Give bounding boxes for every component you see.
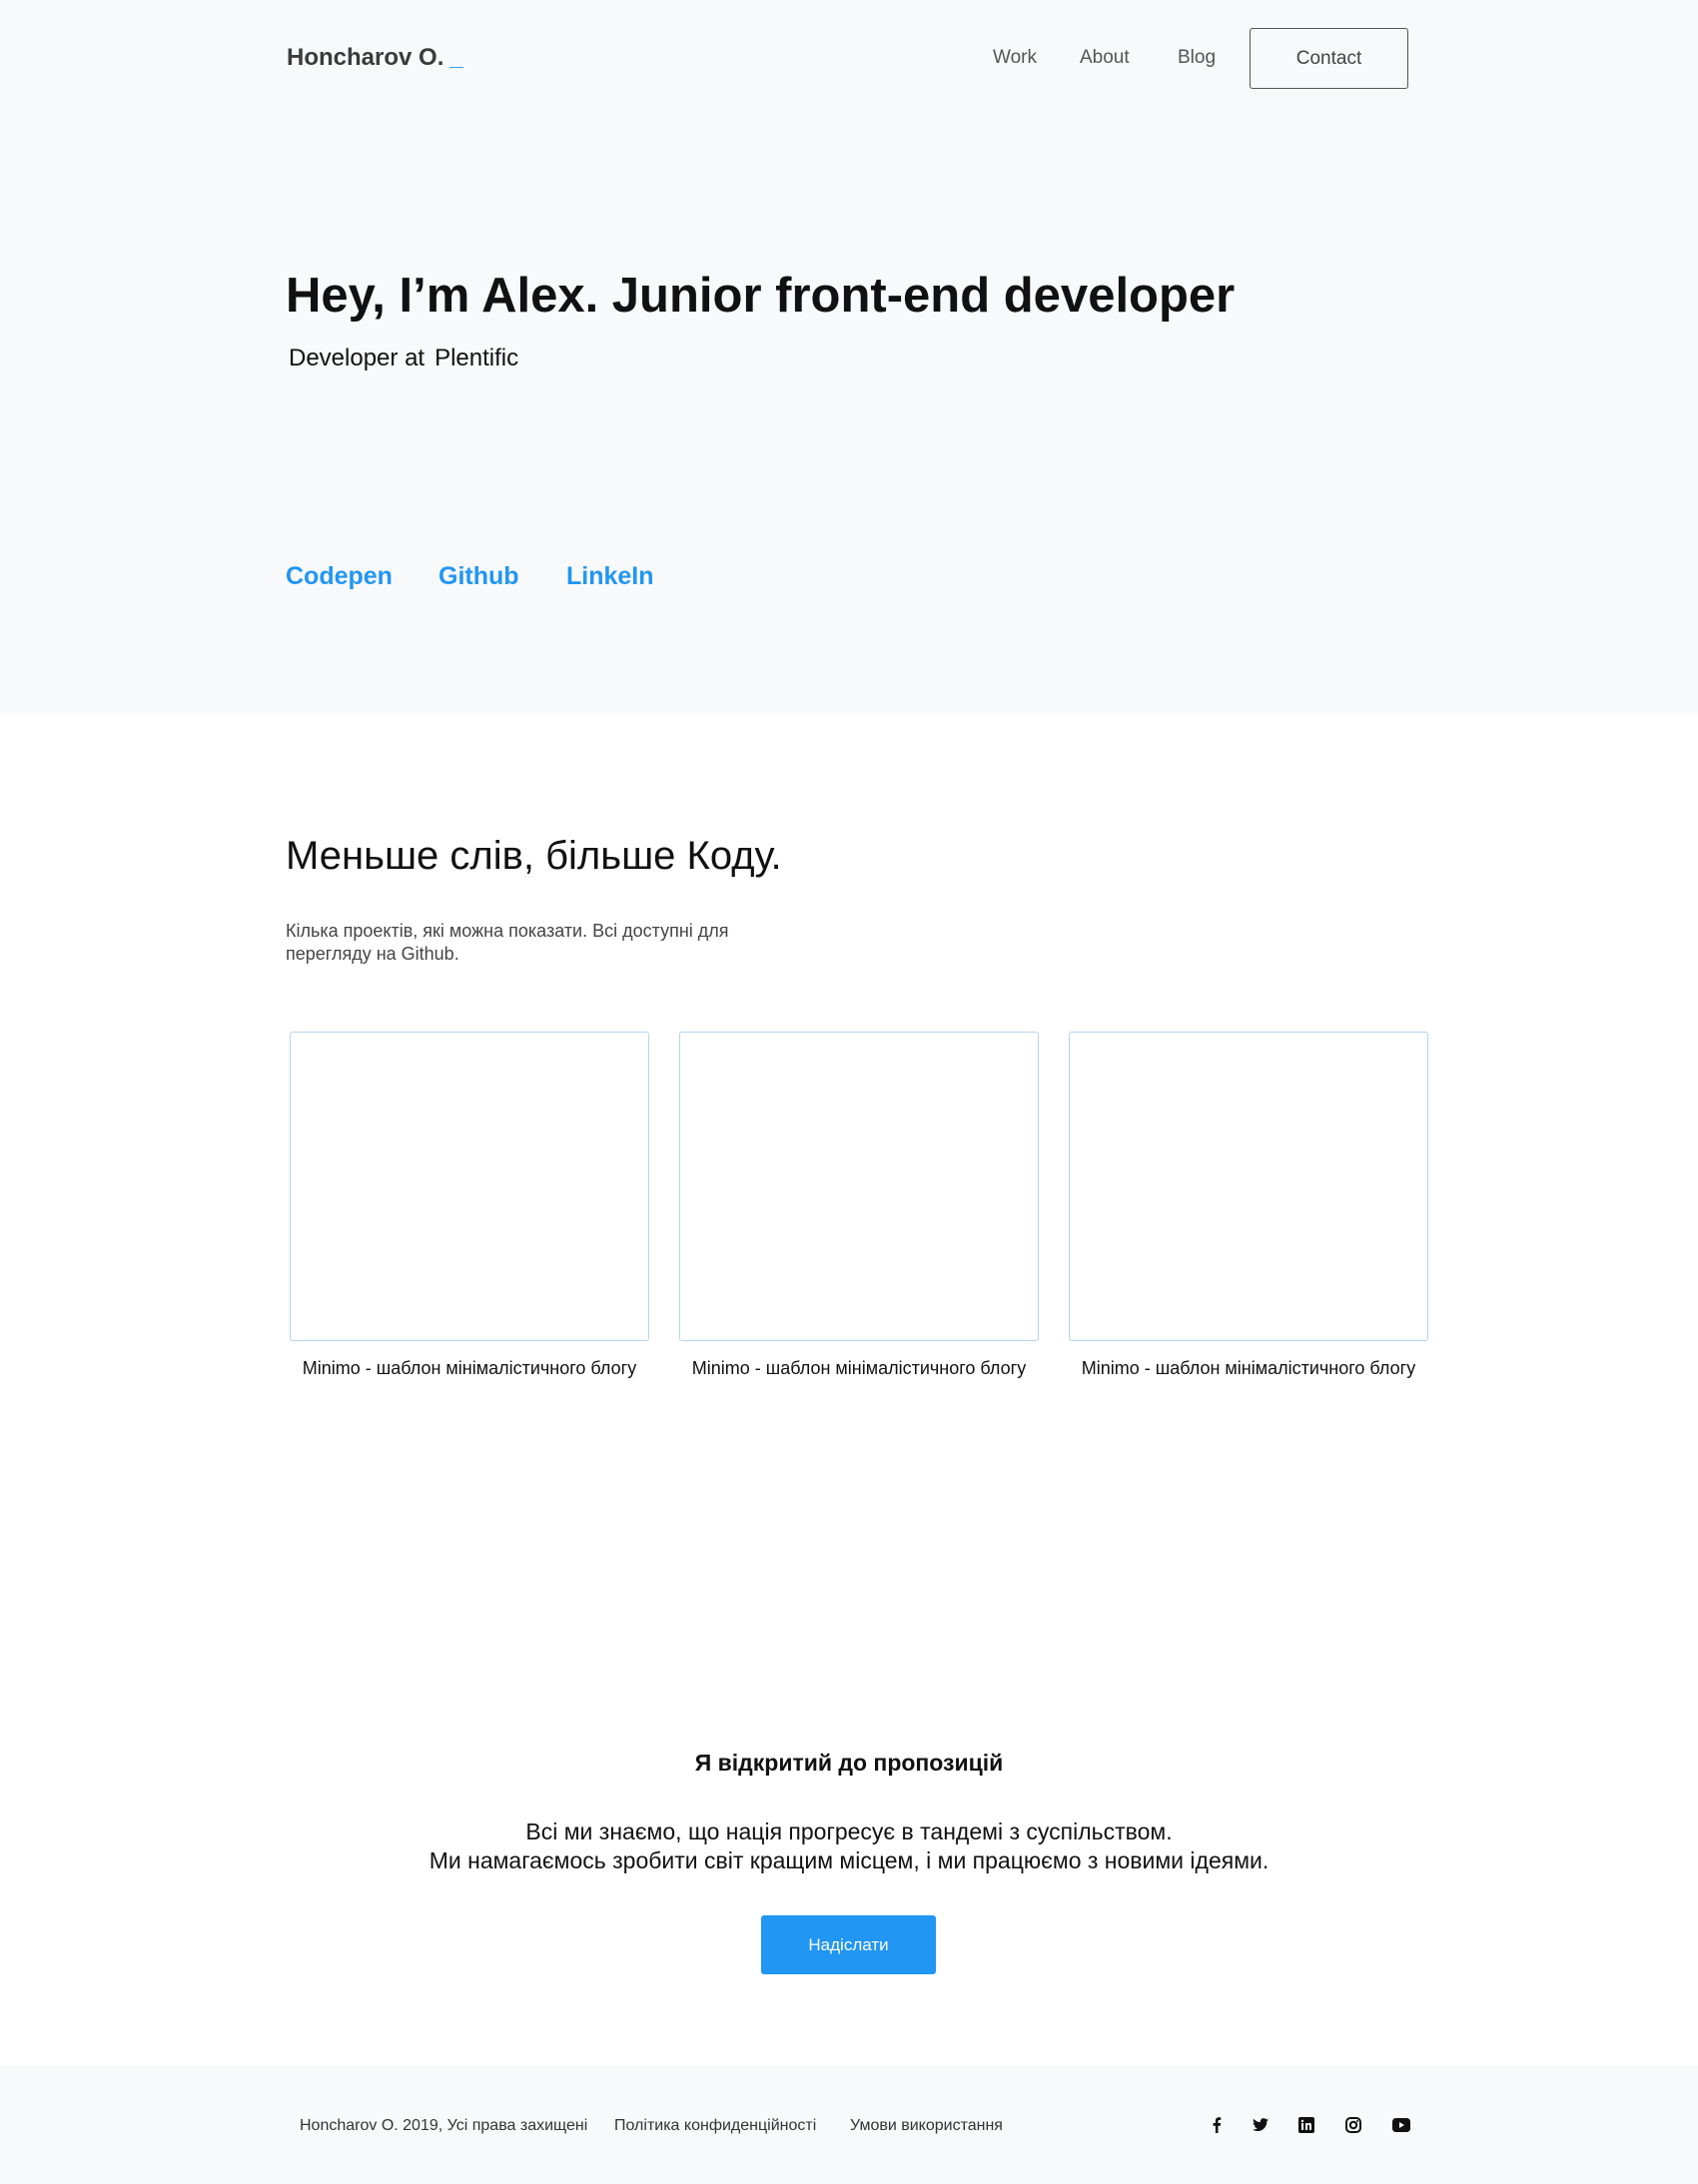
facebook-icon[interactable] xyxy=(1208,2116,1226,2134)
projects-title: Меньше слів, більше Коду. xyxy=(286,834,782,878)
logo[interactable]: Honcharov O. _ xyxy=(287,44,463,72)
terms-link[interactable]: Умови використання xyxy=(850,2117,1003,2135)
company-name: Plentific xyxy=(434,345,519,371)
project-card[interactable] xyxy=(679,1032,1039,1341)
privacy-link[interactable]: Політика конфиденційності xyxy=(614,2117,816,2135)
projects-description: Кілька проектів, які можна показати. Всі… xyxy=(286,921,729,964)
project-caption[interactable]: Minimo - шаблон мінімалістичного блогу xyxy=(1069,1358,1428,1379)
hero-subtitle: Developer at Plentific xyxy=(289,345,518,372)
cta-title: Я відкритий до пропозицій xyxy=(694,1750,1004,1776)
twitter-icon[interactable] xyxy=(1252,2116,1270,2134)
hero-section xyxy=(0,0,1698,713)
instagram-icon[interactable] xyxy=(1344,2116,1362,2134)
cta-text-line: Ми намагаємось зробити світ кращим місце… xyxy=(428,1847,1270,1873)
codepen-link[interactable]: Codepen xyxy=(286,562,393,591)
cta-text-line: Всі ми знаємо, що нація прогресує в танд… xyxy=(525,1819,1173,1844)
github-link[interactable]: Github xyxy=(438,562,519,591)
logo-cursor: _ xyxy=(449,44,463,71)
cta-text: Всі ми знаємо, що нація прогресує в танд… xyxy=(0,1818,1698,1875)
project-card[interactable] xyxy=(1069,1032,1428,1341)
project-caption[interactable]: Minimo - шаблон мінімалістичного блогу xyxy=(290,1358,649,1379)
footer xyxy=(0,2065,1698,2184)
linkedin-link[interactable]: LinkeIn xyxy=(566,562,654,591)
project-caption[interactable]: Minimo - шаблон мінімалістичного блогу xyxy=(679,1358,1039,1379)
youtube-icon[interactable] xyxy=(1392,2116,1410,2134)
linkedin-icon[interactable] xyxy=(1297,2116,1315,2134)
contact-button[interactable]: Contact xyxy=(1250,28,1408,89)
hero-subtitle-prefix: Developer at xyxy=(289,345,425,371)
logo-text: Honcharov O. xyxy=(287,44,444,71)
send-button[interactable]: Надіслати xyxy=(761,1915,936,1974)
footer-copyright: Honcharov O. 2019, Усі права захищені xyxy=(300,2117,588,2134)
hero-title: Hey, I’m Alex. Junior front-end develope… xyxy=(286,269,1236,323)
project-card[interactable] xyxy=(290,1032,649,1341)
nav-about[interactable]: About xyxy=(1080,47,1130,69)
nav-work[interactable]: Work xyxy=(993,47,1037,69)
nav-blog[interactable]: Blog xyxy=(1178,47,1216,69)
